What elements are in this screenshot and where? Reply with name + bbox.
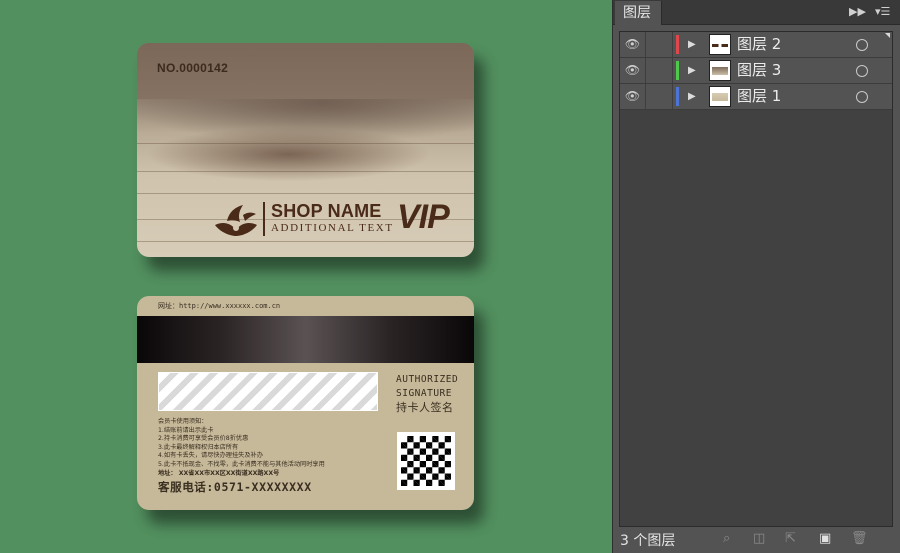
- lock-toggle[interactable]: [647, 58, 673, 83]
- layer-thumbnail: [709, 34, 731, 55]
- lock-toggle[interactable]: [647, 32, 673, 57]
- additional-text: ADDITIONAL TEXT: [271, 222, 394, 234]
- layer-row[interactable]: 👁 ▶ 图层 1: [620, 84, 892, 110]
- eye-icon[interactable]: 👁: [620, 32, 646, 57]
- layers-panel: 图层 ▶▶ ▾☰ 👁 ▶ 图层 2 👁 ▶ 图层 3 👁 ▶ 图层 1 3 个图…: [612, 0, 900, 553]
- layer-name[interactable]: 图层 3: [737, 58, 781, 83]
- vip-label: VIP: [397, 198, 450, 236]
- magnetic-stripe: [137, 316, 474, 363]
- notice-item: 2.持卡消费可享受会员价8折优惠: [158, 435, 249, 443]
- thumbnail-art: [712, 67, 728, 75]
- lock-toggle[interactable]: [647, 84, 673, 109]
- service-hotline: 客服电话:0571-XXXXXXXX: [158, 480, 312, 494]
- usage-notice: 会员卡使用须知： 1.结账前请出示此卡 2.持卡消费可享受会员价8折优惠 3.此…: [158, 418, 325, 478]
- logo-divider: [263, 202, 265, 236]
- panel-header: 图层 ▶▶ ▾☰: [613, 0, 900, 25]
- thumbnail-art: [712, 93, 728, 101]
- address-line: 地址： XX省XX市XX区XX街道XX路XX号: [158, 469, 280, 477]
- notice-title: 会员卡使用须知：: [158, 418, 208, 425]
- authorized-line-2: SIGNATURE: [396, 388, 452, 399]
- selected-corner-icon: [885, 33, 890, 38]
- wood-grain-line: [137, 193, 474, 194]
- locate-object-icon[interactable]: ⌕: [723, 531, 730, 547]
- signature-panel: [158, 372, 378, 411]
- notice-item: 4.如有卡丢失，请尽快办理挂失及补办: [158, 452, 263, 460]
- make-clipping-mask-icon[interactable]: ◫: [753, 531, 765, 547]
- document-canvas[interactable]: NO.0000142 SHOP NAME ADDITIONAL TEXT VIP…: [0, 0, 612, 553]
- expand-triangle-icon[interactable]: ▶: [688, 88, 696, 105]
- qr-pattern: [401, 436, 451, 486]
- layer-row[interactable]: 👁 ▶ 图层 3: [620, 58, 892, 84]
- thumbnail-art: [712, 44, 728, 47]
- layer-name[interactable]: 图层 1: [737, 84, 781, 109]
- layer-row[interactable]: 👁 ▶ 图层 2: [620, 32, 892, 58]
- authorized-signature-label: AUTHORIZED SIGNATURE 持卡人签名: [396, 373, 458, 415]
- expand-triangle-icon[interactable]: ▶: [688, 36, 696, 53]
- qr-code: [397, 432, 455, 490]
- notice-item: 1.结账前请出示此卡: [158, 426, 214, 434]
- wood-grain-line: [137, 143, 474, 144]
- create-sublayer-icon[interactable]: ⇱: [785, 531, 796, 547]
- panel-footer: 3 个图层 ⌕ ◫ ⇱ ▣ 🗑: [613, 527, 900, 553]
- wood-grain-line: [137, 241, 474, 242]
- layer-thumbnail: [709, 60, 731, 81]
- shop-name: SHOP NAME: [271, 201, 382, 221]
- authorized-line-1: AUTHORIZED: [396, 374, 459, 385]
- shop-logo-icon: [215, 205, 257, 236]
- notice-item: 5.此卡不抵现金、不找零，此卡消费不能与其他活动同时享用: [158, 460, 325, 468]
- layer-color-bar: [676, 61, 679, 80]
- target-circle-icon[interactable]: [856, 39, 868, 51]
- layers-list[interactable]: 👁 ▶ 图层 2 👁 ▶ 图层 3 👁 ▶ 图层 1: [619, 31, 893, 527]
- card-number: NO.0000142: [157, 61, 229, 75]
- card-front[interactable]: NO.0000142 SHOP NAME ADDITIONAL TEXT VIP: [137, 43, 474, 257]
- delete-icon[interactable]: 🗑: [851, 531, 868, 547]
- new-layer-icon[interactable]: ▣: [819, 531, 831, 547]
- layer-name[interactable]: 图层 2: [737, 32, 781, 57]
- layer-color-bar: [676, 35, 679, 54]
- target-circle-icon[interactable]: [856, 91, 868, 103]
- wood-grain-line: [137, 171, 474, 172]
- layer-count: 3 个图层: [620, 533, 676, 549]
- cardholder-signature-label: 持卡人签名: [396, 401, 454, 414]
- eye-icon[interactable]: 👁: [620, 84, 646, 109]
- eye-icon[interactable]: 👁: [620, 58, 646, 83]
- expand-triangle-icon[interactable]: ▶: [688, 62, 696, 79]
- website-url: 网址：http://www.xxxxxx.com.cn: [158, 302, 281, 310]
- layer-color-bar: [676, 87, 679, 106]
- target-circle-icon[interactable]: [856, 65, 868, 77]
- tab-layers[interactable]: 图层: [615, 1, 662, 25]
- panel-menu-icon[interactable]: ▾☰: [875, 5, 890, 19]
- layer-thumbnail: [709, 86, 731, 107]
- double-chevron-icon[interactable]: ▶▶: [849, 5, 866, 19]
- card-back[interactable]: 网址：http://www.xxxxxx.com.cn AUTHORIZED S…: [137, 296, 474, 510]
